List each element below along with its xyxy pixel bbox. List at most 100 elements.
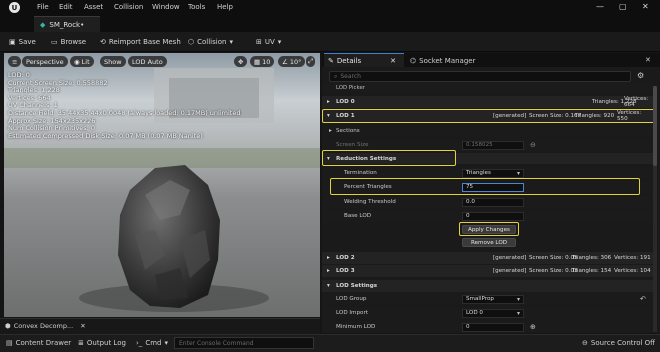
lod-settings-label: LOD Settings <box>336 283 378 289</box>
reduction-highlight <box>322 150 456 166</box>
close-icon: ✕ <box>80 322 86 330</box>
reset-arrow-icon[interactable]: ↶ <box>640 295 646 303</box>
socket-manager-tab[interactable]: ⌬ Socket Manager <box>410 55 475 66</box>
maximize-viewport-button[interactable]: ⤢ <box>306 56 316 67</box>
close-icon: ✕ <box>390 56 397 65</box>
details-tab[interactable]: ✎ Details ✕ <box>324 53 404 67</box>
collision-dropdown[interactable]: ⬡ Collision ▾ <box>188 36 233 48</box>
content-drawer-icon: ▤ <box>6 339 13 347</box>
menu-asset[interactable]: Asset <box>84 3 103 11</box>
convex-icon: ⬢ <box>5 322 11 330</box>
maximize-icon[interactable]: ▢ <box>619 2 627 11</box>
close-icon[interactable]: ✕ <box>642 2 649 11</box>
browse-button[interactable]: ▭ Browse <box>51 36 86 48</box>
menu-tools[interactable]: Tools <box>188 3 205 11</box>
lod-settings-header[interactable]: ▾ LOD Settings <box>322 280 653 292</box>
uv-icon: ⊞ <box>256 38 262 46</box>
reset-icon[interactable]: ⊖ <box>530 141 536 149</box>
grid-value: 10 <box>262 57 271 66</box>
lod0-vertices: Vertices: 664 <box>624 96 649 108</box>
convex-decomposition-tab[interactable]: ⬢ Convex Decomp... ✕ <box>5 320 86 332</box>
details-scrollbar-thumb[interactable] <box>653 86 657 166</box>
chevron-down-icon: ▾ <box>164 339 168 347</box>
grid-icon: ▦ <box>254 57 261 66</box>
chevron-right-icon: ▸ <box>327 255 330 261</box>
lod-picker-label: LOD Picker <box>336 85 365 91</box>
angle-snap-button[interactable]: ∠ 10° <box>278 56 306 67</box>
minimum-lod-label: Minimum LOD <box>336 324 376 330</box>
termination-dropdown[interactable]: Triangles <box>462 168 524 178</box>
save-button[interactable]: ▣ Save <box>9 36 36 48</box>
chevron-right-icon: ▸ <box>329 128 332 134</box>
lod2-vertices: Vertices: 191 <box>614 255 651 261</box>
base-lod-label: Base LOD <box>344 213 372 219</box>
content-drawer-button[interactable]: ▤ Content Drawer <box>6 337 71 349</box>
termination-label: Termination <box>344 170 377 176</box>
angle-icon: ∠ <box>282 57 288 66</box>
lit-label: Lit <box>81 57 90 66</box>
output-log-button[interactable]: ≣ Output Log <box>78 337 126 349</box>
lod-group-label: LOD Group <box>336 296 367 302</box>
lod2-header[interactable]: ▸ LOD 2 [generated] Screen Size: 0.05 Tr… <box>322 252 653 264</box>
grid-snap-button[interactable]: ▦ 10 <box>250 56 275 67</box>
stat-line: Estimated Compressed Disk Size: 0.07 MB … <box>8 131 203 140</box>
transform-toggle[interactable]: ✥ <box>234 56 248 67</box>
menu-file[interactable]: File <box>37 3 49 11</box>
terminal-icon: ›_ <box>136 339 143 347</box>
content-drawer-label: Content Drawer <box>15 339 72 347</box>
convex-tab-label: Convex Decomp... <box>13 322 74 330</box>
reimport-label: Reimport Base Mesh <box>108 38 181 46</box>
minimum-lod-field[interactable]: 0 <box>462 322 524 332</box>
menu-collision[interactable]: Collision <box>114 3 143 11</box>
socket-icon: ⌬ <box>410 56 417 65</box>
output-log-label: Output Log <box>86 339 126 347</box>
reimport-icon: ⟲ <box>100 38 106 46</box>
settings-icon[interactable]: ⚙ <box>637 71 644 80</box>
details-search-input[interactable]: ⌕ Search <box>329 71 631 82</box>
menu-window[interactable]: Window <box>152 3 180 11</box>
viewport-options-button[interactable]: ≡ <box>8 56 22 67</box>
menu-edit[interactable]: Edit <box>59 3 73 11</box>
minimize-icon[interactable]: — <box>596 2 604 11</box>
perspective-button[interactable]: Perspective <box>22 56 68 67</box>
lod-import-dropdown[interactable]: LOD 0 <box>462 308 524 318</box>
lod3-label: LOD 3 <box>336 268 355 274</box>
lit-button[interactable]: ◉ Lit <box>70 56 94 67</box>
uv-dropdown[interactable]: ⊞ UV ▾ <box>256 36 281 48</box>
rock-mesh <box>118 165 220 308</box>
lod2-screen-size: Screen Size: 0.05 <box>529 255 578 261</box>
collision-label: Collision <box>197 38 227 46</box>
sections-row[interactable]: ▸ Sections <box>322 125 653 137</box>
minimum-lod-row: Minimum LOD 0 ⊕ <box>322 321 653 333</box>
toolbar <box>0 32 660 52</box>
source-control-label: Source Control Off <box>590 339 656 347</box>
show-button[interactable]: Show <box>100 56 126 67</box>
source-control-button[interactable]: ⊖ Source Control Off <box>582 337 655 349</box>
lod1-highlight <box>322 109 655 123</box>
screen-size-field[interactable]: 0.158025 <box>462 140 524 150</box>
unreal-logo-icon[interactable]: U <box>9 2 20 13</box>
chevron-down-icon: ▾ <box>277 38 282 46</box>
lod-group-dropdown[interactable]: SmallProp <box>462 294 524 304</box>
lod0-header[interactable]: ▸ LOD 0 Triangles: 1,228 Vertices: 664 <box>322 96 653 108</box>
lit-icon: ◉ <box>74 57 80 66</box>
close-icon[interactable]: ✕ <box>645 56 651 64</box>
lod-picker-row: LOD Picker <box>322 84 653 92</box>
lod-auto-button[interactable]: LOD Auto <box>128 56 167 67</box>
output-log-icon: ≣ <box>78 339 84 347</box>
reimport-button[interactable]: ⟲ Reimport Base Mesh <box>100 36 181 48</box>
base-lod-field[interactable]: 0 <box>462 211 524 221</box>
menu-help[interactable]: Help <box>217 3 233 11</box>
screen-size-label: Screen Size <box>336 142 369 148</box>
console-input[interactable]: Enter Console Command <box>174 337 314 349</box>
welding-threshold-field[interactable]: 0.0 <box>462 197 524 207</box>
source-control-icon: ⊖ <box>582 339 588 347</box>
add-icon[interactable]: ⊕ <box>530 323 536 331</box>
cmd-dropdown[interactable]: ›_ Cmd ▾ <box>136 337 168 349</box>
remove-lod-button[interactable]: Remove LOD <box>462 238 516 247</box>
lod2-triangles: Triangles: 306 <box>572 255 612 261</box>
document-tab[interactable]: ◆ SM_Rock• <box>34 16 100 32</box>
lod3-header[interactable]: ▸ LOD 3 [generated] Screen Size: 0.03 Tr… <box>322 265 653 277</box>
viewport-stats: LOD: 0 Current Screen Size: 0.558882 Tri… <box>8 71 240 140</box>
show-label: Show <box>104 57 122 66</box>
